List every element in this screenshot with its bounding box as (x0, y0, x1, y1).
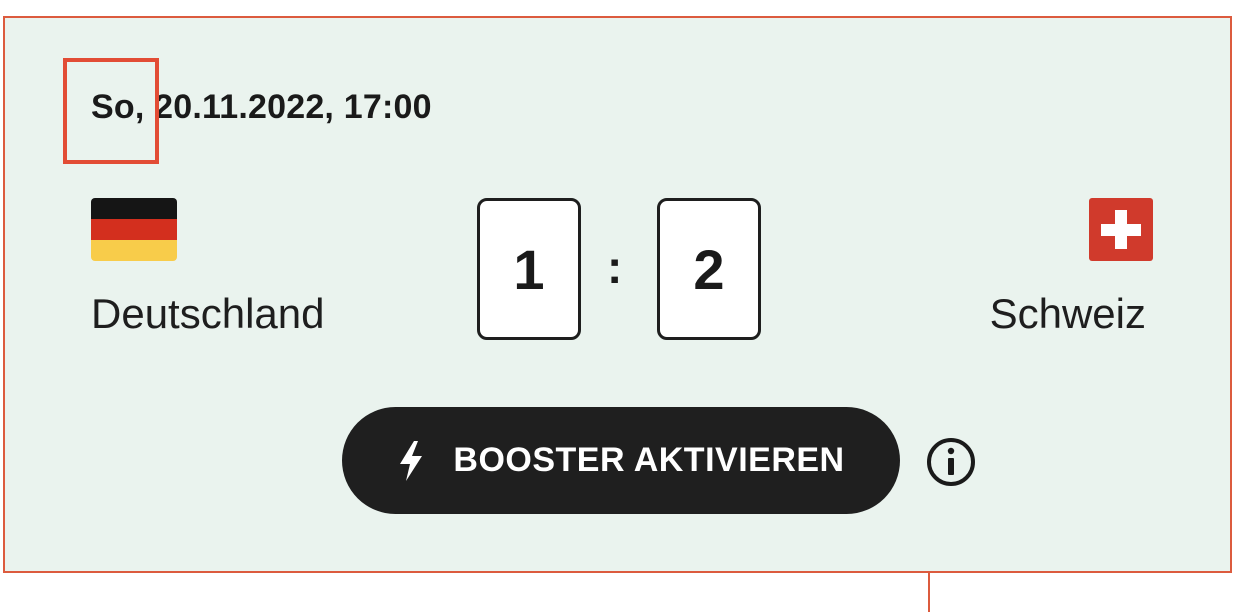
score-separator: : (607, 241, 623, 293)
home-score: 1 (477, 198, 581, 340)
info-circle-icon[interactable] (925, 436, 977, 488)
home-team-name: Deutschland (91, 290, 325, 337)
away-score: 2 (657, 198, 761, 340)
away-team-name: Schweiz (989, 290, 1146, 337)
booster-activate-button[interactable]: BOOSTER AKTIVIEREN (342, 407, 900, 514)
annotation-leader-line (928, 573, 930, 612)
match-date: So, 20.11.2022, 17:00 (91, 88, 432, 126)
lightning-bolt-icon (400, 440, 423, 481)
germany-flag-icon (91, 198, 177, 261)
match-card: So, 20.11.2022, 17:00 Deutschland 1 : 2 … (3, 16, 1232, 573)
switzerland-flag-icon (1089, 198, 1153, 261)
booster-button-label: BOOSTER AKTIVIEREN (453, 441, 845, 479)
